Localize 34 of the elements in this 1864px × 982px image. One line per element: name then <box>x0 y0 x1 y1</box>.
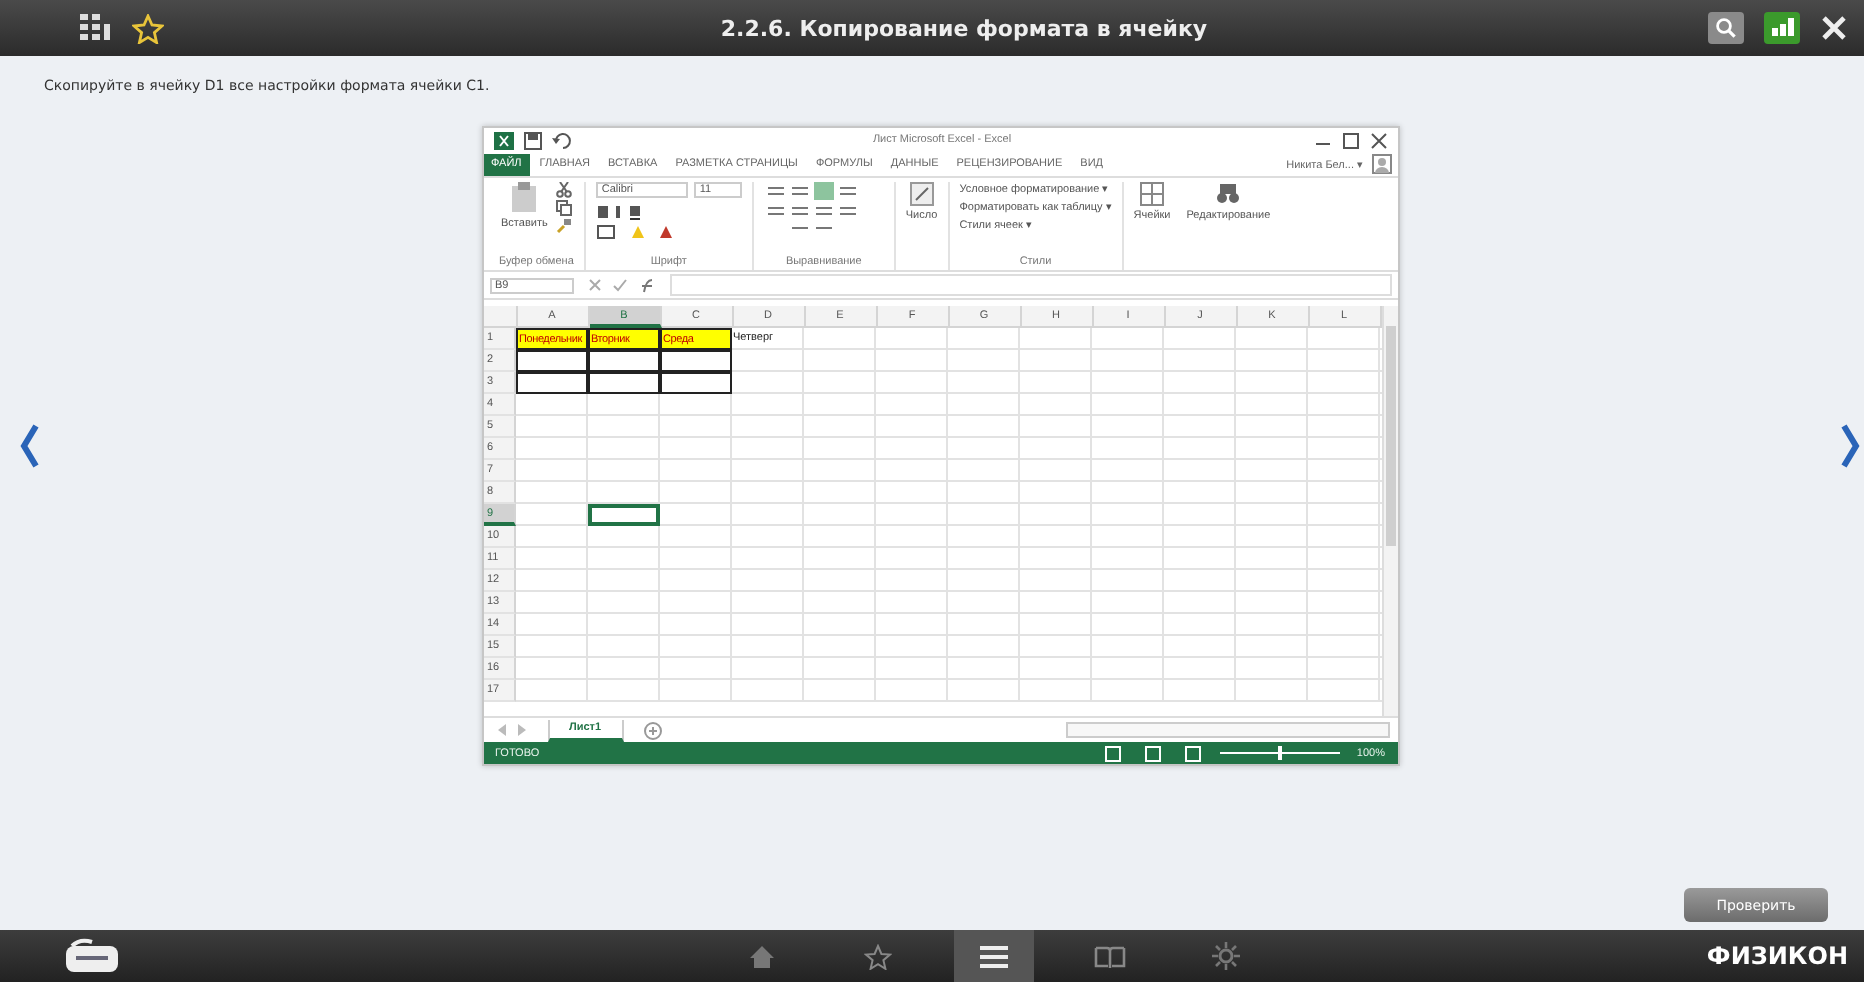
table-cell[interactable] <box>587 350 659 372</box>
logo-icon[interactable] <box>64 938 120 974</box>
maximize-icon[interactable] <box>1341 131 1359 149</box>
copy-icon[interactable] <box>555 200 572 216</box>
save-icon[interactable] <box>523 131 541 149</box>
formula-buttons-drawing[interactable] <box>585 277 657 293</box>
star-icon[interactable] <box>132 13 164 43</box>
scrollbar[interactable] <box>1065 722 1389 738</box>
cells-icon[interactable] <box>1140 182 1165 206</box>
view-icons-drawing[interactable] <box>1104 745 1205 761</box>
previous-icon[interactable] <box>20 424 40 468</box>
menu-icon[interactable] <box>953 930 1034 982</box>
table-cell[interactable] <box>515 350 587 372</box>
scissors-icon[interactable] <box>555 182 572 198</box>
brush-icon[interactable] <box>555 218 572 234</box>
window-title: 2.2.6. Копирование формата в ячейку <box>718 15 1210 41</box>
add-sheet-icon[interactable] <box>643 721 662 739</box>
search-icon[interactable] <box>1708 12 1744 44</box>
close-icon[interactable] <box>1369 131 1387 149</box>
grid-icon[interactable] <box>80 14 112 42</box>
binoculars-icon[interactable] <box>1216 182 1241 206</box>
excel-icon <box>493 131 513 149</box>
table-cell[interactable] <box>659 372 731 394</box>
formula-input[interactable] <box>669 274 1391 296</box>
table-cell[interactable] <box>515 372 587 394</box>
brand-name: ФИЗИКОН <box>1706 942 1848 970</box>
undo-icon[interactable] <box>551 131 571 149</box>
table-cell[interactable] <box>587 372 659 394</box>
bars-icon[interactable] <box>1764 12 1800 44</box>
clipboard-icon[interactable] <box>510 182 539 214</box>
table-cell[interactable] <box>659 350 731 372</box>
next-icon[interactable] <box>1840 424 1860 468</box>
avatar-icon[interactable] <box>1371 154 1391 174</box>
selected-cell[interactable] <box>587 504 659 526</box>
